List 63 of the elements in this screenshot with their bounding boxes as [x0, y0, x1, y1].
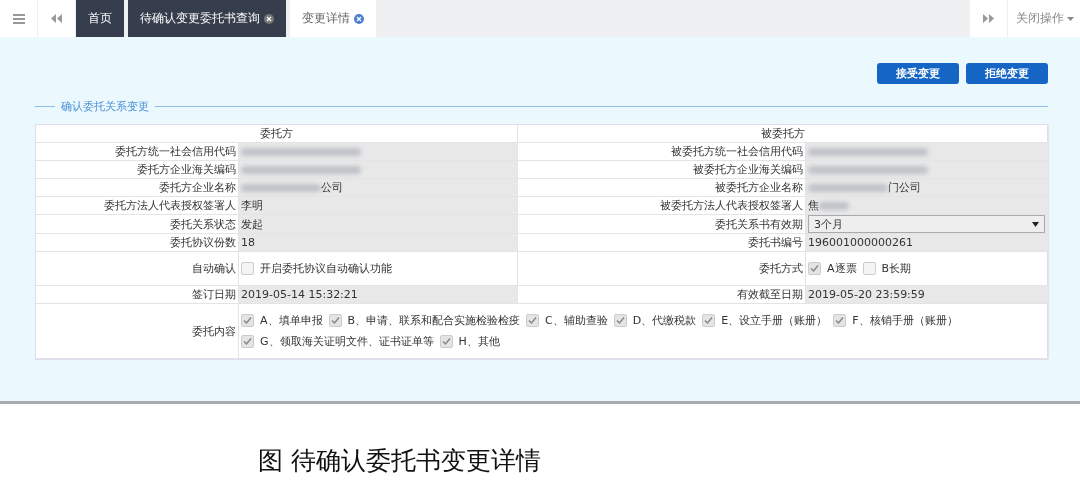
field-value: 发起 [241, 216, 263, 232]
field-value: 李明 [241, 198, 263, 213]
option-label: A、填单申报 [260, 313, 323, 328]
dropdown-arrow-icon [1032, 221, 1039, 227]
tab[interactable]: 待确认变更委托书查询 [128, 0, 286, 37]
field-label: 委托关系书有效期 [518, 215, 806, 234]
field-label: 委托方企业名称 [36, 179, 239, 197]
field-label: 被委托方企业名称 [518, 179, 806, 197]
field-value: 18 [241, 236, 255, 249]
option-label: 开启委托协议自动确认功能 [260, 261, 392, 276]
fast-forward-icon[interactable] [970, 0, 1008, 37]
checkbox[interactable] [862, 262, 876, 275]
caret-icon [1067, 16, 1074, 21]
option-label: A逐票 [827, 261, 857, 276]
field-value: 196001000000261 [808, 236, 913, 249]
tab[interactable]: 首页 [76, 0, 124, 37]
close-menu[interactable]: 关闭操作 [1008, 0, 1080, 37]
checkbox[interactable] [808, 262, 821, 275]
option-label: C、辅助查验 [545, 313, 608, 328]
option-label: B长期 [881, 261, 912, 276]
period-select[interactable]: 3个月 [808, 215, 1045, 233]
field-label: 委托关系状态 [36, 215, 239, 234]
field-value: 公司 [321, 180, 343, 195]
field-value: 门公司 [888, 180, 921, 195]
field-value: 焦 [808, 198, 819, 213]
close-icon[interactable] [264, 13, 274, 24]
checkbox[interactable] [613, 314, 627, 327]
checkbox[interactable] [241, 262, 254, 275]
checkbox[interactable] [439, 335, 453, 348]
field-label: 委托协议份数 [36, 234, 239, 252]
option-label: F、核销手册（账册） [852, 313, 958, 328]
option-label: E、设立手册（账册） [721, 313, 828, 328]
section-title: 确认委托关系变更 [61, 98, 149, 114]
field-label: 委托方法人代表授权签署人 [36, 197, 239, 215]
field-label: 自动确认 [36, 252, 239, 286]
figure-caption: 图 待确认委托书变更详情 [257, 445, 542, 477]
checkbox[interactable] [328, 314, 342, 327]
field-label: 被委托方统一社会信用代码 [518, 143, 806, 161]
checkbox[interactable] [241, 335, 254, 348]
option-label: D、代缴税款 [632, 313, 697, 328]
checkbox[interactable] [833, 314, 847, 327]
field-label: 签订日期 [36, 286, 239, 304]
field-label: 委托内容 [36, 304, 239, 359]
action-button[interactable]: 拒绝变更 [966, 63, 1048, 84]
checkbox[interactable] [526, 314, 540, 327]
field-value: 2019-05-20 23:59:59 [808, 288, 925, 301]
field-label: 委托方统一社会信用代码 [36, 143, 239, 161]
menu-icon[interactable] [0, 0, 38, 37]
action-button[interactable]: 接受变更 [877, 63, 959, 84]
tab[interactable]: 变更详情 [290, 0, 376, 37]
field-label: 有效截至日期 [518, 286, 806, 304]
rewind-icon[interactable] [38, 0, 76, 37]
checkbox[interactable] [702, 314, 716, 327]
checkbox[interactable] [241, 314, 254, 327]
field-label: 委托方企业海关编码 [36, 161, 239, 179]
option-label: B、申请、联系和配合实施检验检疫 [347, 313, 521, 328]
option-label: G、领取海关证明文件、证书证单等 [260, 334, 434, 349]
field-value: 2019-05-14 15:32:21 [241, 288, 358, 301]
field-label: 被委托方法人代表授权签署人 [518, 197, 806, 215]
field-label: 委托方式 [518, 252, 806, 286]
option-label: H、其他 [458, 334, 500, 349]
field-label: 被委托方企业海关编码 [518, 161, 806, 179]
field-label: 委托书编号 [518, 234, 806, 252]
